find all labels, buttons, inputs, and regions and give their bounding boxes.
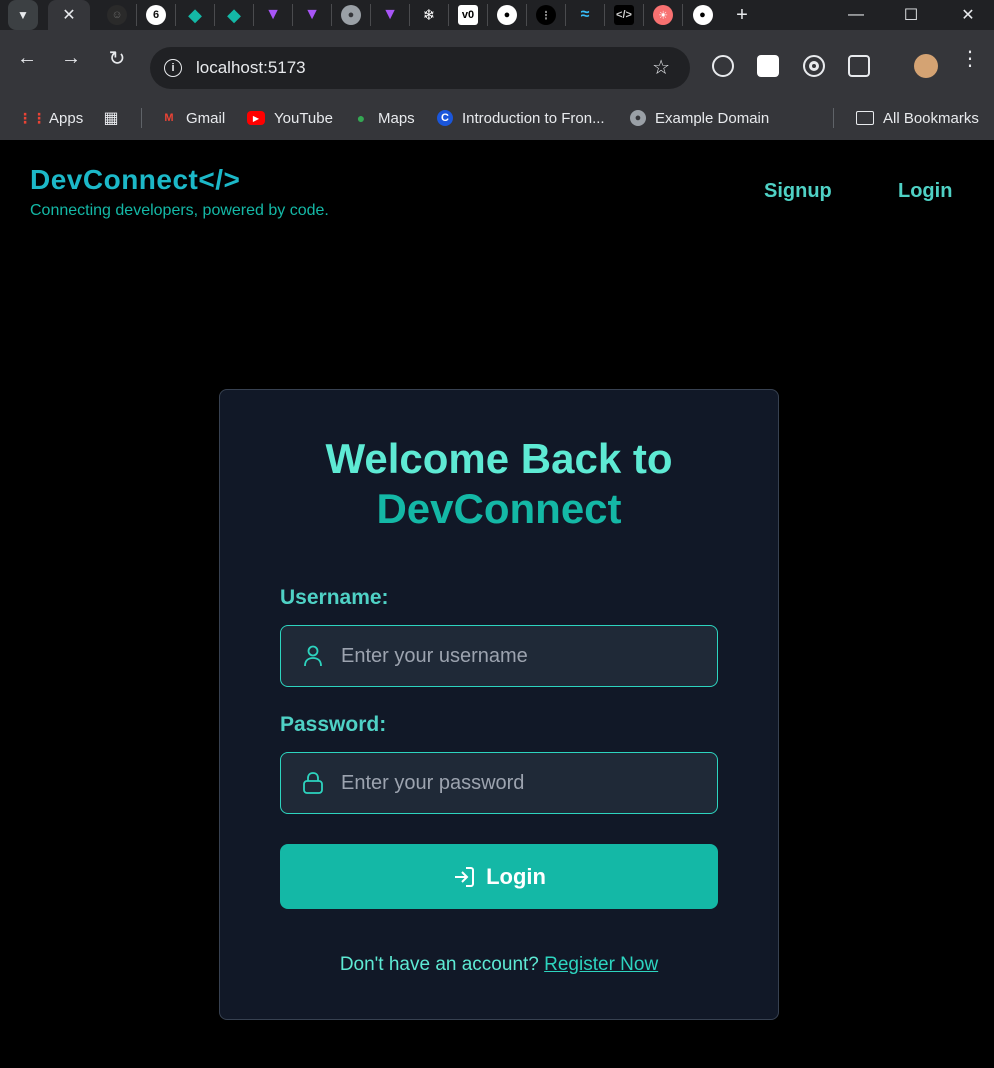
tab-favicon-github-icon[interactable]: ● — [683, 4, 722, 26]
login-submit-button[interactable]: Login — [280, 844, 718, 909]
bookmark-apps[interactable]: ⋮⋮ Apps — [18, 106, 84, 130]
login-title-line1: Welcome Back to — [325, 435, 673, 482]
new-tab-plus-icon[interactable]: + — [730, 3, 754, 27]
tab-favicon-code-icon[interactable]: </> — [605, 4, 644, 26]
site-info-icon[interactable]: i — [164, 59, 182, 77]
username-label: Username: — [280, 586, 389, 609]
nav-signup-link[interactable]: Signup — [764, 180, 832, 203]
lock-icon — [302, 772, 324, 794]
forward-arrow-icon[interactable]: → — [59, 46, 83, 70]
bookmark-label: Apps — [49, 109, 84, 127]
password-field[interactable] — [280, 752, 718, 814]
bookmark-label: Gmail — [186, 109, 226, 127]
user-icon — [302, 645, 324, 667]
maximize-icon[interactable]: ☐ — [891, 2, 931, 28]
tab-favicon-openai-icon[interactable]: ❄ — [410, 4, 449, 26]
login-card: Welcome Back to DevConnect Username: Pas… — [219, 389, 779, 1020]
bookmark-youtube[interactable]: ▶ YouTube — [247, 106, 333, 130]
bookmark-label: Introduction to Fron... — [462, 109, 605, 127]
globe-icon: ● — [630, 110, 646, 126]
all-bookmarks-label: All Bookmarks — [883, 109, 979, 127]
tab-search-chevron-icon[interactable]: ▼ — [8, 0, 38, 30]
back-arrow-icon[interactable]: ← — [15, 46, 39, 70]
profile-avatar[interactable] — [914, 54, 938, 78]
brand-tagline: Connecting developers, powered by code. — [30, 202, 329, 219]
address-bar[interactable]: i localhost:5173 ☆ — [150, 47, 690, 89]
bookmark-example-domain[interactable]: ● Example Domain — [630, 106, 769, 130]
tab-favicon-diamond-icon[interactable]: ◆ — [215, 4, 254, 26]
bookmark-label: Maps — [378, 109, 415, 127]
bookmark-divider — [833, 108, 834, 128]
brand: DevConnect</> Connecting developers, pow… — [30, 164, 329, 220]
register-now-link[interactable]: Register Now — [544, 954, 658, 975]
apps-grid-icon: ⋮⋮ — [18, 109, 46, 126]
tab-favicon-user-icon[interactable]: ☺ — [98, 4, 137, 26]
bookmark-maps[interactable]: ● Maps — [353, 106, 415, 130]
bookmark-star-icon[interactable]: ☆ — [652, 55, 670, 80]
password-input[interactable] — [341, 771, 701, 795]
username-input[interactable] — [341, 644, 701, 668]
bookmark-divider — [141, 108, 142, 128]
c-icon: C — [437, 110, 453, 126]
tab-favicon-dots-icon[interactable]: ⋮ — [527, 4, 566, 26]
tab-favicon-diamond-icon[interactable]: ◆ — [176, 4, 215, 26]
tab-favicon-vite-icon[interactable]: ▼ — [371, 4, 410, 26]
login-title: Welcome Back to DevConnect — [220, 434, 778, 534]
all-bookmarks[interactable]: All Bookmarks — [856, 106, 979, 130]
bookmark-label: YouTube — [274, 109, 333, 127]
password-label: Password: — [280, 713, 387, 736]
youtube-icon: ▶ — [247, 111, 265, 125]
bookmarks-bar: ⋮⋮ Apps ▦ M Gmail ▶ YouTube ● Maps C Int… — [0, 96, 994, 140]
folder-icon — [856, 111, 874, 125]
page-viewport: DevConnect</> Connecting developers, pow… — [0, 140, 994, 1068]
tab-favicon-tailwind-icon[interactable]: ≈ — [566, 4, 605, 26]
tab-favicon-vite-icon[interactable]: ▼ — [254, 4, 293, 26]
record-extension-icon[interactable] — [803, 55, 825, 77]
tab-favicon-v0-icon[interactable]: v0 — [449, 4, 488, 26]
register-prompt: Don't have an account? Register Now — [220, 954, 778, 976]
tab-favicon-6-icon[interactable]: 6 — [137, 4, 176, 26]
pinned-tabs: ☺ 6 ◆ ◆ ▼ ▼ ● ▼ ❄ v0 ● ⋮ ≈ </> ☀ ● — [98, 4, 722, 26]
bookmark-label: Example Domain — [655, 109, 770, 127]
register-prompt-text: Don't have an account? — [339, 954, 545, 975]
url-text[interactable]: localhost:5173 — [196, 58, 306, 78]
minimize-icon[interactable]: — — [836, 2, 876, 28]
tab-groups-icon[interactable]: ▦ — [103, 106, 119, 130]
bookmark-intro-frontend[interactable]: C Introduction to Fron... — [437, 106, 605, 130]
maps-pin-icon: ● — [356, 110, 366, 126]
menu-kebab-icon[interactable]: ⋮ — [958, 46, 982, 70]
brand-logo[interactable]: DevConnect</> — [30, 164, 329, 196]
login-arrow-icon — [452, 865, 476, 889]
bookmark-gmail[interactable]: M Gmail — [161, 106, 225, 130]
tab-favicon-vite-icon[interactable]: ▼ — [293, 4, 332, 26]
login-button-label: Login — [486, 863, 546, 889]
tab-favicon-github-icon[interactable]: ● — [488, 4, 527, 26]
tab-favicon-sunset-icon[interactable]: ☀ — [644, 4, 683, 26]
compass-extension-icon[interactable] — [712, 55, 734, 77]
pen-extension-icon[interactable] — [757, 55, 779, 77]
window-close-icon[interactable]: ✕ — [948, 2, 988, 28]
username-field[interactable] — [280, 625, 718, 687]
browser-toolbar: ← → ↻ i localhost:5173 ☆ ⋮ — [0, 30, 994, 96]
tab-favicon-globe-icon[interactable]: ● — [332, 4, 371, 26]
active-tab-close-icon[interactable]: ✕ — [48, 0, 90, 30]
nav-login-link[interactable]: Login — [898, 180, 952, 203]
gmail-icon: M — [164, 112, 174, 124]
extensions-puzzle-icon[interactable] — [848, 55, 870, 77]
reload-icon[interactable]: ↻ — [105, 46, 129, 70]
login-title-line2: DevConnect — [376, 485, 622, 532]
